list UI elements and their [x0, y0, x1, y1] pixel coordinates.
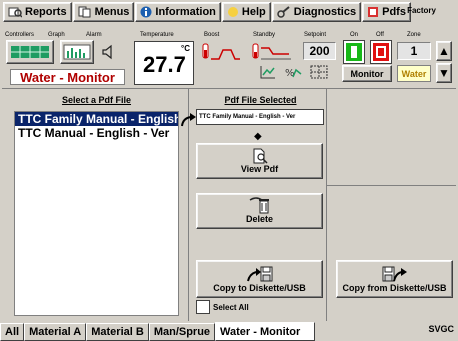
divider — [326, 185, 456, 186]
off-button[interactable] — [371, 41, 391, 63]
controllers-button[interactable] — [6, 40, 54, 64]
temperature-label: Temperature — [140, 32, 174, 38]
menu-bar: Reports Menus Information Help Diagnosti… — [0, 0, 458, 24]
reports-icon — [8, 7, 22, 18]
list-item[interactable]: TTC Manual - English - Ver — [15, 126, 178, 140]
pdfs-menu-label: Pdfs — [382, 6, 406, 18]
reports-menu-label: Reports — [25, 6, 67, 18]
help-icon — [227, 7, 238, 17]
pdfs-icon — [368, 7, 379, 17]
line-chart-icon — [260, 66, 275, 79]
tab-bar: All Material A Material B Man/Sprue Wate… — [0, 321, 458, 341]
pdf-selected-title: Pdf File Selected — [224, 95, 297, 105]
tab-material-a[interactable]: Material A — [24, 323, 87, 341]
boost-label: Boost — [204, 32, 220, 38]
help-menu-button[interactable]: Help — [221, 2, 271, 22]
pdfs-menu-button[interactable]: Pdfs — [362, 2, 411, 22]
graph-icon — [63, 44, 91, 60]
copy-from-diskette-button[interactable]: Copy from Diskette/USB — [336, 260, 453, 298]
list-item[interactable]: TTC Family Manual - English — [15, 112, 178, 126]
chart-tool-button[interactable] — [258, 64, 278, 80]
select-all-checkbox[interactable]: Select All — [196, 300, 249, 314]
copy-to-label: Copy to Diskette/USB — [213, 283, 306, 293]
view-pdf-label: View Pdf — [240, 164, 279, 174]
curved-arrow-icon — [181, 113, 196, 127]
monitor-button[interactable]: Monitor — [342, 65, 392, 82]
controllers-label: Controllers — [5, 32, 35, 38]
information-menu-label: Information — [155, 6, 216, 18]
tab-water-monitor[interactable]: Water - Monitor — [215, 322, 316, 341]
percent-chart-icon: % — [285, 68, 302, 79]
selected-pdf-field: TTC Family Manual - English - Ver — [196, 109, 324, 125]
select-all-label: Select All — [213, 302, 249, 312]
triangle-down-icon: ▼ — [438, 66, 450, 80]
temperature-value: 27.7 — [143, 52, 186, 77]
factory-label: Factory — [407, 6, 436, 15]
diagnostics-menu-label: Diagnostics — [293, 6, 357, 18]
svg-text:%: % — [285, 68, 295, 79]
reports-menu-button[interactable]: Reports — [3, 2, 72, 22]
water-button[interactable]: Water — [397, 65, 431, 82]
zone-up-button[interactable]: ▲ — [436, 41, 452, 61]
graph-label: Graph — [48, 32, 65, 38]
copy-to-diskette-button[interactable]: Copy to Diskette/USB — [196, 260, 323, 298]
speaker-icon — [102, 44, 112, 60]
standby-label: Standby — [253, 32, 276, 38]
zone-field[interactable]: 1 — [397, 42, 431, 60]
pdf-file-list[interactable]: TTC Family Manual - English TTC Manual -… — [14, 111, 179, 316]
view-pdf-button[interactable]: View Pdf — [196, 143, 323, 179]
standby-icon — [252, 43, 291, 60]
tab-man-sprue[interactable]: Man/Sprue — [148, 323, 216, 341]
copy-to-disk-icon — [246, 266, 272, 282]
graph-button[interactable] — [60, 40, 94, 64]
menus-menu-button[interactable]: Menus — [72, 2, 135, 22]
diagnostics-menu-button[interactable]: Diagnostics — [271, 2, 362, 22]
select-pdf-title: Select a Pdf File — [61, 95, 132, 105]
menus-menu-label: Menus — [94, 6, 130, 18]
setpoint-label: Setpoint — [304, 32, 327, 38]
zone-down-button[interactable]: ▼ — [436, 63, 452, 83]
copy-from-label: Copy from Diskette/USB — [342, 283, 447, 293]
divider — [326, 89, 327, 321]
menus-icon — [78, 6, 91, 18]
diagnostics-icon — [277, 6, 290, 18]
corner-label: SVGC — [428, 324, 454, 334]
information-menu-button[interactable]: Information — [135, 2, 221, 22]
standby-button[interactable] — [249, 40, 295, 64]
setpoint-field[interactable]: 200 — [303, 42, 336, 60]
tab-all[interactable]: All — [0, 323, 25, 341]
percent-tool-button[interactable]: % — [282, 64, 304, 80]
delete-label: Delete — [245, 214, 273, 224]
checkbox-icon[interactable] — [196, 300, 210, 314]
view-pdf-icon — [253, 148, 268, 164]
zone-label: Zone — [407, 32, 421, 38]
alarm-button[interactable] — [96, 40, 120, 64]
copy-from-disk-icon — [382, 266, 407, 282]
boost-icon — [202, 43, 240, 60]
on-label: On — [350, 32, 359, 38]
information-icon — [140, 6, 152, 18]
help-menu-label: Help — [241, 6, 266, 18]
boost-button[interactable] — [199, 40, 243, 64]
triangle-up-icon: ▲ — [438, 44, 450, 58]
grid-tool-button[interactable] — [308, 64, 330, 80]
temperature-unit: °C — [181, 44, 190, 53]
pdf-file-list-panel: Select a Pdf File TTC Family Manual - En… — [14, 95, 179, 317]
on-button[interactable] — [344, 41, 364, 63]
trash-icon — [249, 197, 269, 214]
off-label: Off — [376, 32, 384, 38]
delete-button[interactable]: Delete — [196, 193, 323, 229]
temperature-display: 27.7 °C — [134, 41, 194, 85]
grid-dashed-icon — [310, 65, 328, 79]
tab-material-b[interactable]: Material B — [86, 323, 149, 341]
main-panel: Select a Pdf File TTC Family Manual - En… — [2, 88, 456, 321]
toolbar: Controllers Graph Alarm Temperature Boos… — [0, 24, 458, 86]
arrow-down-icon: ◆ — [254, 131, 262, 142]
alarm-label: Alarm — [86, 32, 102, 38]
controllers-icon — [11, 46, 49, 58]
page-title: Water - Monitor — [10, 69, 125, 85]
